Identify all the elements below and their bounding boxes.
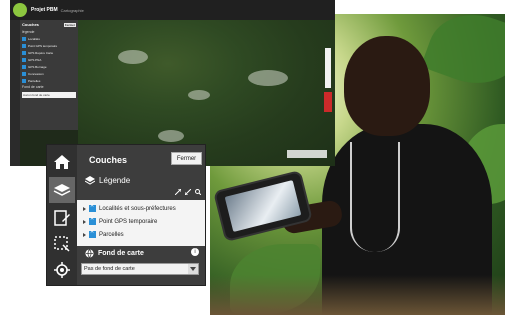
app-layer-row[interactable]: Point GPS temporaire bbox=[20, 42, 78, 49]
info-icon[interactable]: i bbox=[191, 248, 199, 256]
collapse-icon[interactable] bbox=[185, 189, 191, 195]
layer-item[interactable]: Parcelles bbox=[83, 229, 124, 238]
search-icon[interactable] bbox=[195, 189, 201, 195]
legend-layers-icon bbox=[85, 176, 95, 185]
expand-arrow-icon[interactable] bbox=[83, 232, 86, 237]
app-layer-row[interactable]: GPS PNA bbox=[20, 56, 78, 63]
app-panel-header: Couches Fermer bbox=[20, 20, 78, 29]
app-basemap-select[interactable]: Aucun fond de carte bbox=[22, 92, 76, 98]
app-basemap-label: Fond de carte bbox=[22, 85, 44, 89]
expand-icon[interactable] bbox=[175, 189, 181, 195]
layer-list: Localités et sous-préfectures Point GPS … bbox=[77, 200, 205, 246]
app-subtitle: Cartographie bbox=[60, 7, 84, 13]
layer-item[interactable]: Point GPS temporaire bbox=[83, 216, 158, 225]
globe-icon bbox=[85, 249, 94, 258]
close-button[interactable]: Fermer bbox=[171, 152, 202, 165]
layers-panel-inset: Couches Fermer Légende Localités et sous… bbox=[47, 145, 205, 285]
panel-content: Couches Fermer Légende Localités et sous… bbox=[77, 145, 205, 285]
edit-icon[interactable] bbox=[49, 205, 75, 231]
person-head bbox=[344, 36, 430, 136]
app-panel-title: Couches bbox=[22, 22, 39, 27]
app-title: Projet PBM bbox=[31, 7, 58, 13]
layer-checkbox[interactable] bbox=[89, 203, 96, 212]
app-layers-panel: Couches Fermer légende Localités Point G… bbox=[20, 20, 78, 130]
layer-checkbox[interactable] bbox=[89, 216, 96, 225]
layer-label: Parcelles bbox=[99, 231, 124, 238]
tool-sidebar bbox=[47, 145, 77, 285]
basemap-header: Fond de carte bbox=[85, 249, 144, 258]
legend-tools bbox=[175, 189, 201, 195]
basemap-label: Fond de carte bbox=[98, 250, 144, 257]
ground bbox=[210, 275, 505, 315]
expand-arrow-icon[interactable] bbox=[83, 206, 86, 211]
app-logo bbox=[13, 3, 27, 17]
lanyard bbox=[350, 142, 400, 252]
app-layer-row[interactable]: GPS Bornage bbox=[20, 63, 78, 70]
app-layer-row[interactable]: Localités bbox=[20, 35, 78, 42]
chevron-down-icon[interactable] bbox=[188, 264, 198, 274]
layer-label: Point GPS temporaire bbox=[99, 218, 158, 225]
app-panel-close[interactable]: Fermer bbox=[63, 22, 76, 27]
map-scale bbox=[287, 150, 327, 158]
map-app-screenshot: Projet PBM Cartographie Couches Fermer l… bbox=[10, 0, 335, 166]
panel-header: Couches Fermer bbox=[77, 145, 205, 173]
zoom-control[interactable] bbox=[325, 48, 331, 88]
panel-title: Couches bbox=[89, 155, 128, 165]
basemap-select[interactable]: Pas de fond de carte bbox=[81, 263, 199, 275]
map-tool-button[interactable] bbox=[324, 92, 332, 112]
layer-item[interactable]: Localités et sous-préfectures bbox=[83, 203, 176, 212]
select-area-icon[interactable] bbox=[49, 231, 75, 257]
legend-label: Légende bbox=[99, 176, 131, 185]
app-sidebar bbox=[10, 20, 20, 166]
app-titlebar: Projet PBM Cartographie bbox=[10, 0, 335, 20]
app-layer-row[interactable]: Parcelles bbox=[20, 77, 78, 84]
basemap-select-value: Pas de fond de carte bbox=[84, 266, 135, 272]
locate-icon[interactable] bbox=[49, 257, 75, 283]
expand-arrow-icon[interactable] bbox=[83, 219, 86, 224]
legend-header: Légende bbox=[85, 176, 130, 185]
layer-checkbox[interactable] bbox=[89, 229, 96, 238]
app-layer-row[interactable]: Concession bbox=[20, 70, 78, 77]
layers-icon[interactable] bbox=[49, 177, 75, 203]
app-layer-row[interactable]: GPS Repère Carte bbox=[20, 49, 78, 56]
home-icon[interactable] bbox=[49, 149, 75, 175]
layer-label: Localités et sous-préfectures bbox=[99, 205, 176, 212]
